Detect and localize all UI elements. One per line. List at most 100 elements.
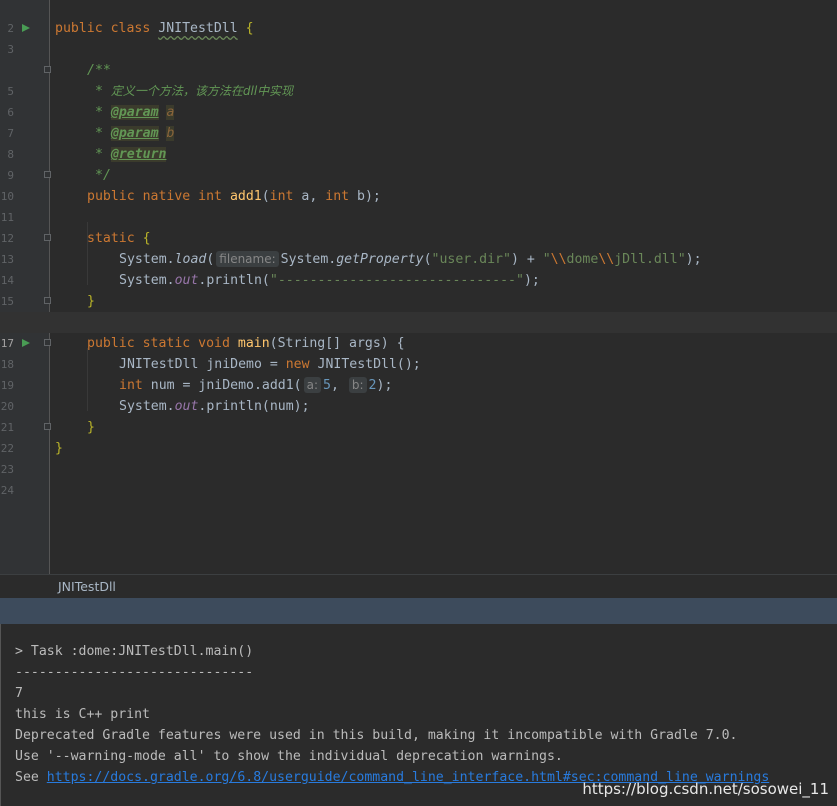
code-line: 10 */ bbox=[0, 165, 837, 203]
parameter-hint: filename: bbox=[216, 251, 279, 267]
run-icon[interactable] bbox=[22, 339, 30, 347]
keyword: public static void bbox=[87, 336, 230, 351]
escape-sequence: \\ bbox=[550, 252, 567, 267]
console-line: this is C++ print bbox=[15, 707, 150, 722]
method-name: main bbox=[237, 336, 270, 351]
static-field: out bbox=[174, 399, 199, 414]
code-text: , bbox=[330, 378, 347, 393]
string-literal: " bbox=[542, 252, 551, 267]
console-line: 7 bbox=[15, 686, 23, 701]
code-text: ); bbox=[685, 252, 702, 267]
brace: } bbox=[87, 420, 95, 435]
doc-comment: /** bbox=[87, 63, 111, 78]
brace: { bbox=[245, 21, 254, 36]
static-field: out bbox=[174, 273, 199, 288]
code-line: 21 System.out.println(num); bbox=[0, 396, 837, 434]
code-line: 14 System.load(filename: System.getProper… bbox=[0, 249, 837, 287]
console-line: ------------------------------ bbox=[15, 665, 254, 680]
fold-icon[interactable] bbox=[44, 423, 51, 430]
fold-icon[interactable] bbox=[44, 171, 51, 178]
run-icon[interactable] bbox=[22, 24, 30, 32]
doc-tag: @return bbox=[110, 147, 167, 162]
code-line: 12 bbox=[0, 207, 837, 245]
run-panel-header bbox=[0, 598, 837, 624]
string-literal: "user.dir" bbox=[431, 252, 511, 267]
code-text: ( bbox=[206, 252, 215, 267]
keyword: new bbox=[285, 357, 310, 372]
code-text: ); bbox=[376, 378, 393, 393]
doc-comment: */ bbox=[95, 168, 111, 183]
string-literal: dome bbox=[566, 252, 599, 267]
code-line: 19 JNITestDll jniDemo = new JNITestDll()… bbox=[0, 354, 837, 392]
number-literal: 2 bbox=[368, 378, 377, 393]
code-line: 20 int num = jniDemo.add1(a: 5, b: 2); bbox=[0, 375, 837, 413]
brace: { bbox=[142, 231, 151, 246]
code-text: ) + bbox=[510, 252, 543, 267]
run-console[interactable]: > Task :dome:JNITestDll.main() ---------… bbox=[0, 624, 837, 806]
console-line: > Task :dome:JNITestDll.main() bbox=[15, 644, 254, 659]
doc-tag: @param bbox=[110, 126, 159, 141]
fold-icon[interactable] bbox=[44, 234, 51, 241]
code-line: 7 * @param a bbox=[0, 102, 837, 140]
code-text: JNITestDll jniDemo = bbox=[119, 357, 286, 372]
class-name: JNITestDll bbox=[158, 21, 238, 36]
code-line: 23 } bbox=[0, 438, 837, 476]
keyword: int bbox=[325, 189, 350, 204]
string-literal: "------------------------------" bbox=[269, 273, 524, 288]
code-editor[interactable]: 2 3 public class JNITestDll { 5 /** 6 * … bbox=[0, 0, 837, 574]
console-line: Use '--warning-mode all' to show the ind… bbox=[15, 749, 563, 764]
breadcrumb: JNITestDll bbox=[0, 574, 837, 599]
code-line: 8 * @param b bbox=[0, 123, 837, 161]
parameter-hint: a: bbox=[303, 377, 322, 393]
method-call: load bbox=[174, 252, 207, 267]
doc-comment: * bbox=[95, 105, 111, 120]
brace: } bbox=[55, 441, 63, 456]
code-line: 24 bbox=[0, 459, 837, 497]
doc-tag: @param bbox=[110, 105, 159, 120]
method-call: getProperty bbox=[336, 252, 424, 267]
doc-param: a bbox=[166, 105, 175, 120]
code-text: System. bbox=[119, 252, 175, 267]
code-line: 5 /** bbox=[0, 60, 837, 98]
fold-icon[interactable] bbox=[44, 297, 51, 304]
fold-icon[interactable] bbox=[44, 66, 51, 73]
current-line: 17 bbox=[0, 312, 837, 350]
code-line: 2 bbox=[0, 0, 837, 35]
code-text: ( bbox=[261, 189, 270, 204]
escape-sequence: \\ bbox=[598, 252, 615, 267]
code-line: 9 * @return bbox=[0, 144, 837, 182]
breadcrumb-item-class[interactable]: JNITestDll bbox=[58, 579, 116, 594]
brace: } bbox=[87, 294, 95, 309]
code-text: .println(num); bbox=[198, 399, 310, 414]
code-text: num = jniDemo.add1( bbox=[142, 378, 302, 393]
console-line: Deprecated Gradle features were used in … bbox=[15, 728, 738, 743]
doc-comment-text: 定义一个方法，该方法在dll中实现 bbox=[110, 84, 294, 98]
line-number: 24 bbox=[0, 484, 14, 497]
console-text: See bbox=[15, 770, 47, 785]
keyword: public bbox=[55, 21, 103, 36]
code-line: 16 } bbox=[0, 291, 837, 329]
code-text: System. bbox=[119, 399, 175, 414]
code-line: 11 public native int add1(int a, int b); bbox=[0, 186, 837, 224]
code-line: 18 public static void main(String[] args… bbox=[0, 333, 837, 371]
code-line: 13 static { bbox=[0, 228, 837, 266]
parameter-hint: b: bbox=[348, 377, 367, 393]
code-line: 15 System.out.println("-----------------… bbox=[0, 270, 837, 308]
keyword: int bbox=[269, 189, 294, 204]
code-text: ); bbox=[523, 273, 540, 288]
doc-comment: * bbox=[95, 84, 111, 99]
code-text: (String[] args) { bbox=[269, 336, 405, 351]
code-text: JNITestDll(); bbox=[309, 357, 421, 372]
code-text: System. bbox=[280, 252, 337, 267]
code-line: 22 } bbox=[0, 417, 837, 455]
code-text: a, bbox=[293, 189, 326, 204]
string-literal: jDll.dll" bbox=[614, 252, 686, 267]
code-line: 6 * 定义一个方法，该方法在dll中实现 bbox=[0, 81, 837, 119]
keyword: public native int bbox=[87, 189, 222, 204]
method-name: add1 bbox=[229, 189, 262, 204]
keyword: int bbox=[119, 378, 143, 393]
watermark: https://blog.csdn.net/sosowei_11 bbox=[582, 780, 829, 798]
line-number: 3 bbox=[7, 43, 14, 56]
keyword: static bbox=[87, 231, 135, 246]
fold-icon[interactable] bbox=[44, 339, 51, 346]
